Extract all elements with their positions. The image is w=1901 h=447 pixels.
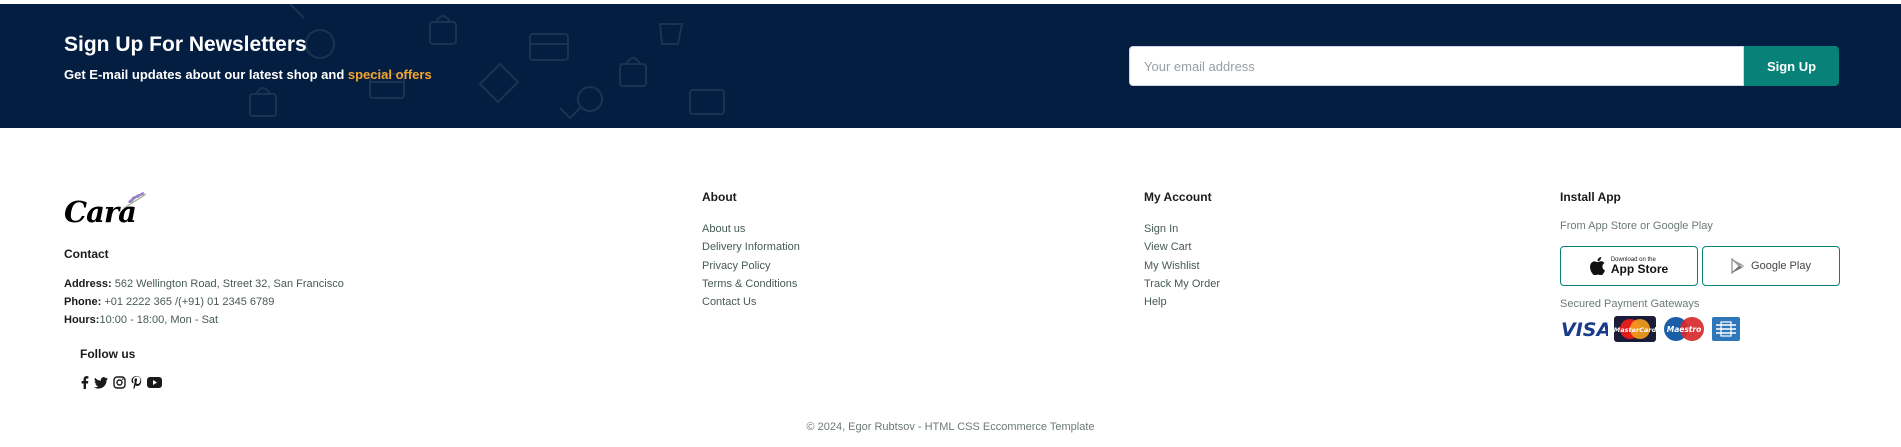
hours-line: Hours:10:00 - 18:00, Mon - Sat bbox=[64, 311, 344, 329]
cara-logo[interactable]: Cara bbox=[64, 190, 150, 230]
google-play-label: Google Play bbox=[1751, 260, 1811, 272]
address-label: Address: bbox=[64, 278, 112, 290]
amex-icon bbox=[1712, 317, 1740, 341]
view-cart-link[interactable]: View Cart bbox=[1144, 238, 1364, 256]
phone-label: Phone: bbox=[64, 296, 102, 308]
visa-icon: VISA bbox=[1561, 319, 1608, 341]
install-app-column: Install App From App Store or Google Pla… bbox=[1560, 190, 1840, 342]
sign-up-button[interactable]: Sign Up bbox=[1744, 46, 1839, 86]
phone-value: +01 2222 365 /(+91) 01 2345 6789 bbox=[101, 296, 275, 308]
mastercard-icon: MasterCard bbox=[1614, 316, 1656, 342]
special-offers-highlight: special offers bbox=[347, 67, 432, 82]
about-us-link[interactable]: About us bbox=[702, 220, 922, 238]
contact-us-link[interactable]: Contact Us bbox=[702, 293, 922, 311]
my-account-heading: My Account bbox=[1144, 190, 1212, 204]
account-links: Sign In View Cart My Wishlist Track My O… bbox=[1144, 220, 1364, 311]
youtube-icon[interactable] bbox=[147, 377, 162, 388]
email-input[interactable] bbox=[1129, 46, 1744, 86]
logo-text: Cara bbox=[64, 195, 136, 229]
pinterest-icon[interactable] bbox=[131, 376, 142, 389]
newsletter-subtitle: Get E-mail updates about our latest shop… bbox=[64, 67, 432, 82]
apple-icon bbox=[1589, 257, 1605, 275]
app-store-buttons: Download on the App Store Google Play bbox=[1560, 246, 1840, 286]
install-app-heading: Install App bbox=[1560, 190, 1621, 204]
follow-us-heading: Follow us bbox=[80, 347, 136, 361]
contact-heading: Contact bbox=[64, 247, 109, 261]
hours-value: 10:00 - 18:00, Mon - Sat bbox=[99, 314, 219, 326]
delivery-information-link[interactable]: Delivery Information bbox=[702, 238, 922, 256]
sign-in-link[interactable]: Sign In bbox=[1144, 220, 1364, 238]
app-store-button[interactable]: Download on the App Store bbox=[1560, 246, 1698, 286]
svg-text:VISA: VISA bbox=[1561, 319, 1608, 341]
twitter-icon[interactable] bbox=[94, 376, 108, 389]
about-column: About About us Delivery Information Priv… bbox=[702, 190, 922, 311]
app-store-label: App Store bbox=[1610, 262, 1669, 276]
payment-gateways-heading: Secured Payment Gateways bbox=[1560, 298, 1700, 310]
privacy-policy-link[interactable]: Privacy Policy bbox=[702, 257, 922, 275]
phone-line: Phone: +01 2222 365 /(+91) 01 2345 6789 bbox=[64, 293, 344, 311]
google-play-button[interactable]: Google Play bbox=[1702, 246, 1840, 286]
my-wishlist-link[interactable]: My Wishlist bbox=[1144, 257, 1364, 275]
instagram-icon[interactable] bbox=[113, 376, 126, 389]
shopping-pattern-decoration bbox=[249, 4, 725, 120]
maestro-icon: Maestro bbox=[1664, 317, 1704, 341]
social-links bbox=[80, 376, 162, 389]
address-value: 562 Wellington Road, Street 32, San Fran… bbox=[111, 278, 344, 290]
payment-cards: VISA MasterCard Maestro bbox=[1560, 316, 1840, 342]
newsletter-subtitle-text: Get E-mail updates about our latest shop… bbox=[64, 67, 345, 82]
my-account-column: My Account Sign In View Cart My Wishlist… bbox=[1144, 190, 1364, 311]
about-heading: About bbox=[702, 190, 737, 204]
newsletter-form: Sign Up bbox=[1129, 46, 1839, 86]
svg-text:MasterCard: MasterCard bbox=[1614, 326, 1656, 334]
track-my-order-link[interactable]: Track My Order bbox=[1144, 275, 1364, 293]
facebook-icon[interactable] bbox=[80, 376, 89, 389]
google-play-icon bbox=[1731, 258, 1745, 274]
contact-details: Address: 562 Wellington Road, Street 32,… bbox=[64, 275, 344, 329]
terms-conditions-link[interactable]: Terms & Conditions bbox=[702, 275, 922, 293]
svg-text:Maestro: Maestro bbox=[1667, 325, 1702, 334]
newsletter-title: Sign Up For Newsletters bbox=[64, 33, 307, 56]
newsletter-section: Sign Up For Newsletters Get E-mail updat… bbox=[0, 4, 1901, 128]
install-app-subtitle: From App Store or Google Play bbox=[1560, 220, 1713, 232]
copyright-text: © 2024, Egor Rubtsov - HTML CSS Eccommer… bbox=[806, 421, 1095, 433]
app-store-text: Download on the App Store bbox=[1611, 257, 1668, 275]
help-link[interactable]: Help bbox=[1144, 293, 1364, 311]
about-links: About us Delivery Information Privacy Po… bbox=[702, 220, 922, 311]
address-line: Address: 562 Wellington Road, Street 32,… bbox=[64, 275, 344, 293]
hours-label: Hours: bbox=[64, 314, 100, 326]
